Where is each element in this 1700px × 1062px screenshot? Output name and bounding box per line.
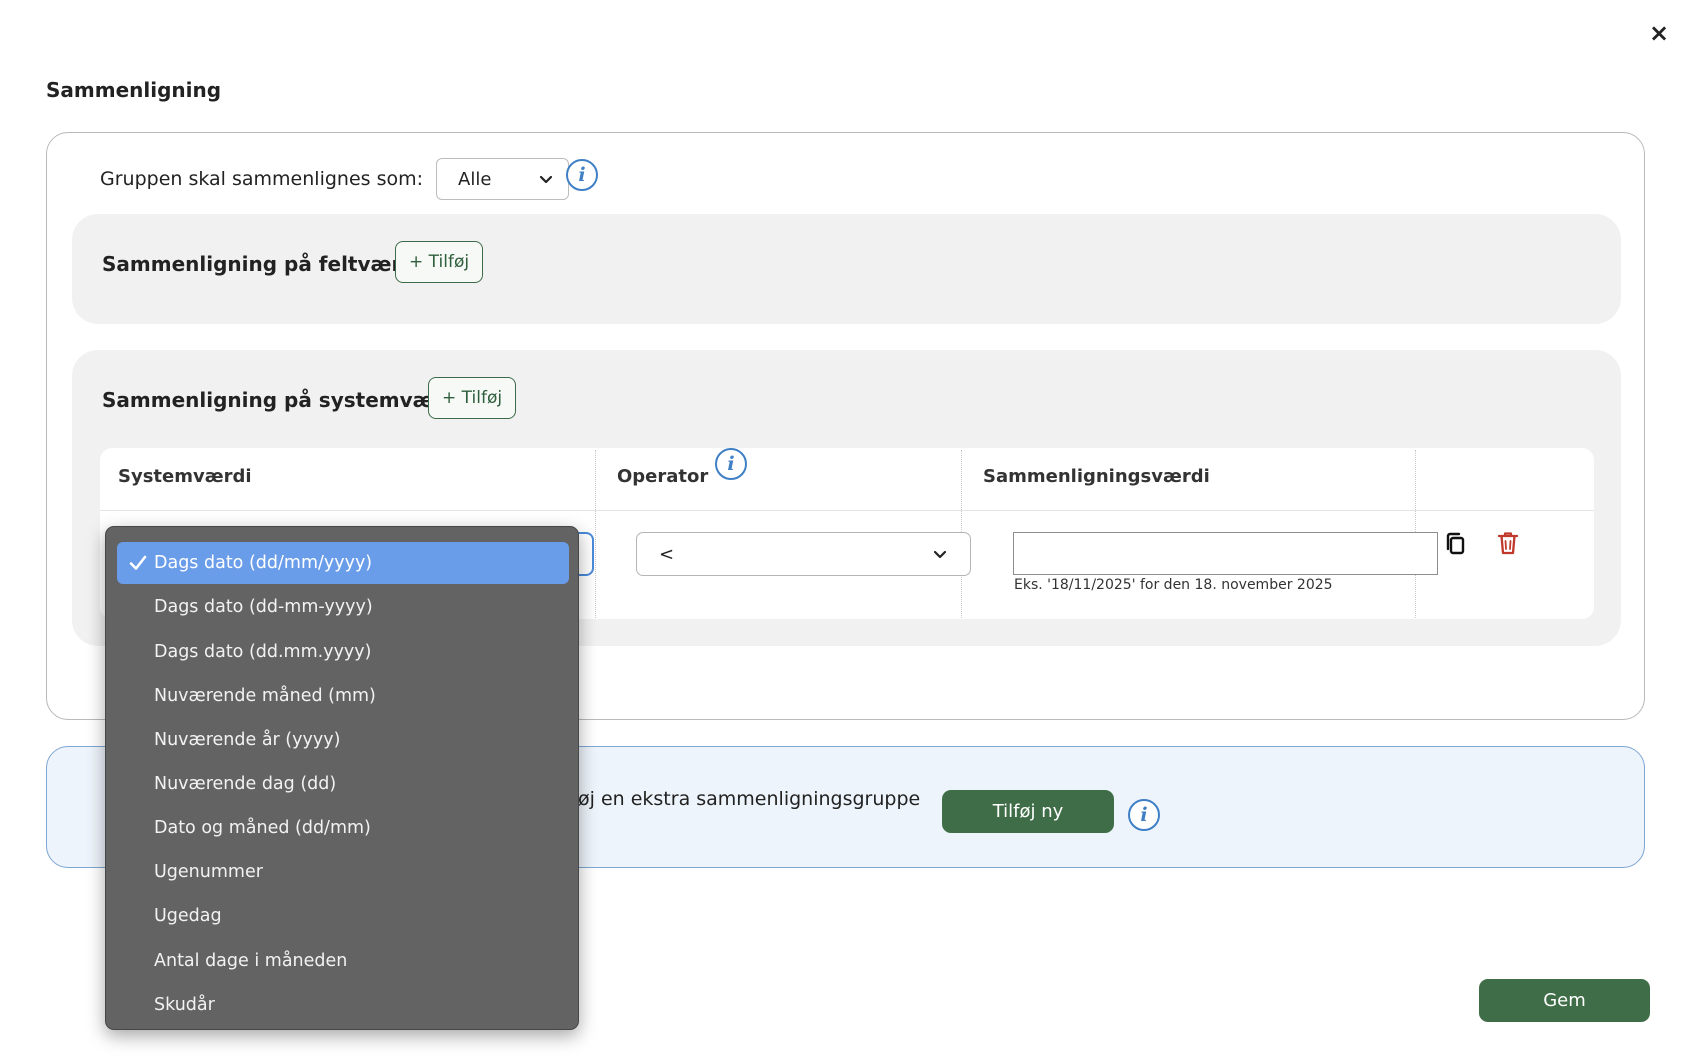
trash-icon[interactable] xyxy=(1495,529,1521,557)
dropdown-option[interactable]: Ugedag xyxy=(117,895,569,937)
dropdown-option-label: Nuværende dag (dd) xyxy=(154,774,337,794)
dropdown-option-label: Dags dato (dd.mm.yyyy) xyxy=(154,642,372,662)
dropdown-option-label: Ugenummer xyxy=(154,862,263,882)
operator-select[interactable]: < xyxy=(636,532,971,576)
chevron-down-icon xyxy=(933,550,947,559)
comparison-value-hint: Eks. '18/11/2025' for den 18. november 2… xyxy=(1014,577,1333,593)
dropdown-option[interactable]: Nuværende måned (mm) xyxy=(117,675,569,717)
chevron-down-icon xyxy=(539,175,553,184)
extra-group-text: øj en ekstra sammenligningsgruppe xyxy=(578,788,921,810)
dropdown-option-label: Dato og måned (dd/mm) xyxy=(154,818,371,838)
group-match-value: Alle xyxy=(458,168,492,190)
add-new-group-button[interactable]: Tilføj ny xyxy=(942,790,1114,833)
column-divider xyxy=(595,450,596,618)
info-icon[interactable]: i xyxy=(1128,799,1160,831)
save-button[interactable]: Gem xyxy=(1479,979,1650,1022)
dropdown-option-label: Ugedag xyxy=(154,906,222,926)
info-icon[interactable]: i xyxy=(715,448,747,480)
dropdown-option-label: Antal dage i måneden xyxy=(154,951,348,971)
field-value-title: Sammenligning på feltværdi xyxy=(102,252,423,276)
dropdown-option-label: Dags dato (dd-mm-yyyy) xyxy=(154,597,373,617)
operator-value: < xyxy=(659,543,675,565)
system-value-title: Sammenligning på systemværdi xyxy=(102,388,465,412)
column-header-operator: Operator xyxy=(617,466,709,487)
page-title: Sammenligning xyxy=(46,78,222,102)
add-field-comparison-button[interactable]: + Tilføj xyxy=(395,241,484,283)
dropdown-option[interactable]: Ugenummer xyxy=(117,851,569,893)
dropdown-option[interactable]: Antal dage i måneden xyxy=(117,940,569,982)
column-header-comparison-value: Sammenligningsværdi xyxy=(983,466,1210,487)
group-match-row: Gruppen skal sammenlignes som: xyxy=(100,157,423,201)
system-value-dropdown: Dags dato (dd/mm/yyyy) Dags dato (dd-mm-… xyxy=(105,526,579,1030)
dropdown-option[interactable]: Dags dato (dd.mm.yyyy) xyxy=(117,631,569,673)
dropdown-option-label: Skudår xyxy=(154,995,215,1015)
dropdown-option-label: Dags dato (dd/mm/yyyy) xyxy=(154,553,373,573)
dropdown-option[interactable]: Dags dato (dd-mm-yyyy) xyxy=(117,586,569,628)
dropdown-option[interactable]: Skudår xyxy=(117,984,569,1026)
comparison-value-input[interactable] xyxy=(1013,532,1438,575)
dropdown-option[interactable]: Nuværende år (yyyy) xyxy=(117,719,569,761)
dropdown-option[interactable]: Dato og måned (dd/mm) xyxy=(117,807,569,849)
group-match-select[interactable]: Alle xyxy=(436,158,569,200)
header-divider xyxy=(100,510,1594,511)
copy-icon[interactable] xyxy=(1443,530,1469,558)
dropdown-option[interactable]: Dags dato (dd/mm/yyyy) xyxy=(117,542,569,584)
dropdown-option-label: Nuværende måned (mm) xyxy=(154,686,376,706)
dropdown-option[interactable]: Nuværende dag (dd) xyxy=(117,763,569,805)
checkmark-icon xyxy=(129,555,147,570)
close-icon[interactable]: × xyxy=(1646,20,1672,46)
column-header-system-value: Systemværdi xyxy=(118,466,252,487)
info-icon[interactable]: i xyxy=(566,159,598,191)
add-system-comparison-button[interactable]: + Tilføj xyxy=(428,377,517,419)
group-match-label: Gruppen skal sammenlignes som: xyxy=(100,168,424,190)
dropdown-option-label: Nuværende år (yyyy) xyxy=(154,730,341,750)
